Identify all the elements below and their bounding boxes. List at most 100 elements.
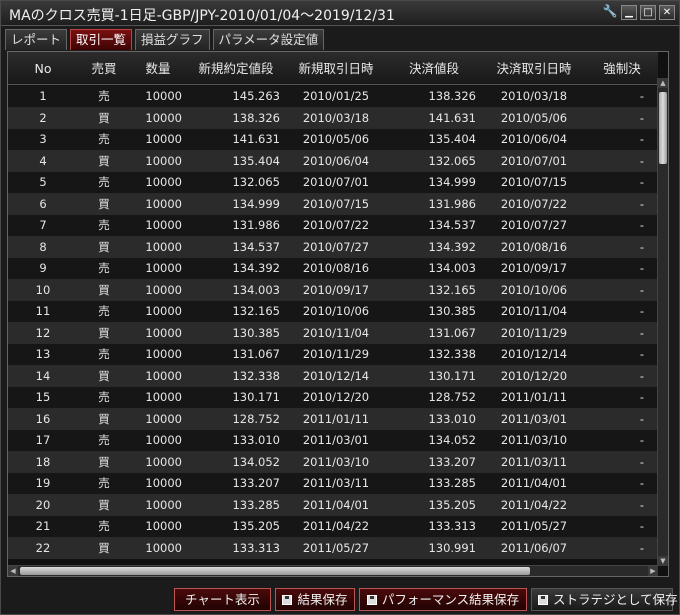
col-exit-date-cell: 2010/10/06 bbox=[500, 282, 568, 297]
col-exit-date-cell: 2011/03/01 bbox=[500, 411, 568, 426]
header-col-side[interactable]: 売買 bbox=[78, 52, 130, 85]
col-forced-close-cell: - bbox=[639, 304, 644, 318]
col-side-cell: 売 bbox=[98, 261, 110, 275]
scroll-up-icon[interactable]: ▲ bbox=[658, 78, 668, 88]
table-row[interactable]: 2 買 10000 138.326 2010/03/18 141.631 2010/05/0… bbox=[8, 107, 658, 129]
vertical-scrollbar[interactable]: ▲ ▼ bbox=[657, 78, 668, 566]
col-no-cell: 2 bbox=[39, 110, 47, 125]
table-row[interactable]: 8 買 10000 134.537 2010/07/27 134.392 2010/08/1… bbox=[8, 236, 658, 258]
table-body: 1 売 10000 145.263 2010/01/25 138.326 2010/03/1… bbox=[8, 86, 658, 566]
col-qty-cell: 10000 bbox=[145, 476, 182, 490]
table-row[interactable]: 3 売 10000 141.631 2010/05/06 135.404 2010/06/0… bbox=[8, 129, 658, 151]
col-side-cell: 買 bbox=[98, 239, 110, 254]
horizontal-scroll-thumb[interactable] bbox=[20, 567, 530, 575]
col-forced-close-cell: - bbox=[639, 347, 644, 361]
chart-display-label: チャート表示 bbox=[185, 592, 260, 607]
table-row[interactable]: 18 買 10000 134.052 2011/03/10 133.207 2011/03/… bbox=[8, 451, 658, 473]
col-no-cell: 12 bbox=[35, 325, 51, 340]
table-row[interactable]: 9 売 10000 134.392 2010/08/16 134.003 2010/09/1… bbox=[8, 258, 658, 280]
col-entry-date-cell: 2011/03/11 bbox=[302, 476, 370, 490]
table-row[interactable]: 16 買 10000 128.752 2011/01/11 133.010 2011/03/… bbox=[8, 408, 658, 430]
col-exit-price-cell: 132.338 bbox=[428, 347, 476, 361]
save-performance-button[interactable]: パフォーマンス結果保存 bbox=[359, 588, 527, 611]
table-row[interactable]: 15 売 10000 130.171 2010/12/20 128.752 2011/01/… bbox=[8, 387, 658, 409]
col-entry-date-cell: 2011/04/01 bbox=[302, 497, 370, 512]
tab-report[interactable]: レポート bbox=[5, 29, 68, 50]
scroll-right-icon[interactable]: ▶ bbox=[648, 566, 658, 576]
col-exit-date-cell: 2010/06/04 bbox=[500, 132, 568, 146]
table-row[interactable]: 21 売 10000 135.205 2011/04/22 133.313 2011/05/… bbox=[8, 516, 658, 538]
window-title: MAのクロス売買-1日足-GBP/JPY-2010/01/04～2019/12/… bbox=[9, 8, 395, 24]
window-controls: 🔧 ▁ □ ✕ bbox=[602, 5, 675, 20]
table-row[interactable]: 10 買 10000 134.003 2010/09/17 132.165 2010/10/… bbox=[8, 279, 658, 301]
col-no-cell: 9 bbox=[39, 261, 47, 275]
wrench-icon[interactable]: 🔧 bbox=[602, 5, 618, 20]
col-entry-price-cell: 133.010 bbox=[232, 433, 280, 447]
header-col-exit-price[interactable]: 決済値段 bbox=[386, 52, 482, 85]
col-no-cell: 10 bbox=[35, 282, 51, 297]
col-side-cell: 売 bbox=[98, 89, 110, 103]
minimize-button[interactable]: ▁ bbox=[621, 5, 637, 20]
col-exit-price-cell: 130.991 bbox=[428, 540, 476, 555]
col-qty-cell: 10000 bbox=[145, 390, 182, 404]
save-result-button[interactable]: 結果保存 bbox=[275, 588, 355, 611]
col-forced-close-cell: - bbox=[639, 132, 644, 146]
col-exit-date-cell: 2010/07/15 bbox=[500, 175, 568, 189]
col-exit-date-cell: 2010/03/18 bbox=[500, 89, 568, 103]
scroll-down-icon[interactable]: ▼ bbox=[658, 556, 668, 566]
table-row[interactable]: 12 買 10000 130.385 2010/11/04 131.067 2010/11/… bbox=[8, 322, 658, 344]
col-no-cell: 7 bbox=[39, 218, 47, 232]
col-exit-price-cell: 131.986 bbox=[428, 196, 476, 211]
save-strategy-button[interactable]: ストラテジとして保存 bbox=[531, 588, 678, 611]
table-row[interactable]: 13 売 10000 131.067 2010/11/29 132.338 2010/12/… bbox=[8, 344, 658, 366]
col-qty-cell: 10000 bbox=[145, 519, 182, 533]
col-forced-close-cell: - bbox=[639, 153, 644, 168]
horizontal-scrollbar[interactable]: ◀ ▶ bbox=[8, 565, 658, 576]
title-bar[interactable]: MAのクロス売買-1日足-GBP/JPY-2010/01/04～2019/12/… bbox=[1, 1, 679, 26]
col-exit-price-cell: 133.313 bbox=[428, 519, 476, 533]
maximize-button[interactable]: □ bbox=[640, 5, 656, 20]
table-row[interactable]: 7 売 10000 131.986 2010/07/22 134.537 2010/07/2… bbox=[8, 215, 658, 237]
col-qty-cell: 10000 bbox=[145, 304, 182, 318]
col-qty-cell: 10000 bbox=[145, 325, 182, 340]
col-entry-price-cell: 141.631 bbox=[232, 132, 280, 146]
col-exit-date-cell: 2011/04/22 bbox=[500, 497, 568, 512]
col-forced-close-cell: - bbox=[639, 239, 644, 254]
header-col-entry-price[interactable]: 新規約定値段 bbox=[186, 52, 286, 85]
table-row[interactable]: 22 買 10000 133.313 2011/05/27 130.991 2011/06/… bbox=[8, 537, 658, 559]
table-row[interactable]: 19 売 10000 133.207 2011/03/11 133.285 2011/04/… bbox=[8, 473, 658, 495]
tab-parameters[interactable]: パラメータ設定値 bbox=[212, 29, 325, 50]
col-entry-date-cell: 2011/01/11 bbox=[302, 411, 370, 426]
table-row[interactable]: 11 売 10000 132.165 2010/10/06 130.385 2010/11/… bbox=[8, 301, 658, 323]
table-row[interactable]: 6 買 10000 134.999 2010/07/15 131.986 2010/07/2… bbox=[8, 193, 658, 215]
col-entry-price-cell: 134.052 bbox=[232, 454, 280, 469]
close-button[interactable]: ✕ bbox=[659, 5, 675, 20]
table-row[interactable]: 1 売 10000 145.263 2010/01/25 138.326 2010/03/1… bbox=[8, 86, 658, 108]
scroll-left-icon[interactable]: ◀ bbox=[8, 566, 18, 576]
col-no-cell: 8 bbox=[39, 239, 47, 254]
table-row[interactable]: 20 買 10000 133.285 2011/04/01 135.205 2011/04/… bbox=[8, 494, 658, 516]
table-row[interactable]: 14 買 10000 132.338 2010/12/14 130.171 2010/12/… bbox=[8, 365, 658, 387]
col-forced-close-cell: - bbox=[639, 196, 644, 211]
floppy-disk-icon bbox=[282, 595, 293, 605]
header-col-forced-close[interactable]: 強制決 bbox=[586, 52, 658, 85]
table-row[interactable]: 5 売 10000 132.065 2010/07/01 134.999 2010/07/1… bbox=[8, 172, 658, 194]
tab-pl-graph[interactable]: 損益グラフ bbox=[135, 29, 210, 50]
col-side-cell: 売 bbox=[98, 347, 110, 361]
header-col-entry-date[interactable]: 新規取引日時 bbox=[286, 52, 386, 85]
col-entry-date-cell: 2010/07/15 bbox=[302, 196, 370, 211]
col-entry-price-cell: 135.205 bbox=[232, 519, 280, 533]
header-col-no[interactable]: No bbox=[8, 52, 78, 85]
col-forced-close-cell: - bbox=[639, 519, 644, 533]
col-entry-price-cell: 133.285 bbox=[232, 497, 280, 512]
header-col-exit-date[interactable]: 決済取引日時 bbox=[482, 52, 586, 85]
col-exit-price-cell: 133.285 bbox=[428, 476, 476, 490]
vertical-scroll-thumb[interactable] bbox=[659, 92, 667, 164]
table-row[interactable]: 17 売 10000 133.010 2011/03/01 134.052 2011/03/… bbox=[8, 430, 658, 452]
tab-trade-list[interactable]: 取引一覧 bbox=[70, 29, 133, 50]
table-row[interactable]: 4 買 10000 135.404 2010/06/04 132.065 2010/07/0… bbox=[8, 150, 658, 172]
chart-display-button[interactable]: チャート表示 bbox=[174, 588, 271, 611]
col-qty-cell: 10000 bbox=[145, 497, 182, 512]
header-col-qty[interactable]: 数量 bbox=[130, 52, 186, 85]
col-exit-date-cell: 2010/08/16 bbox=[500, 239, 568, 254]
